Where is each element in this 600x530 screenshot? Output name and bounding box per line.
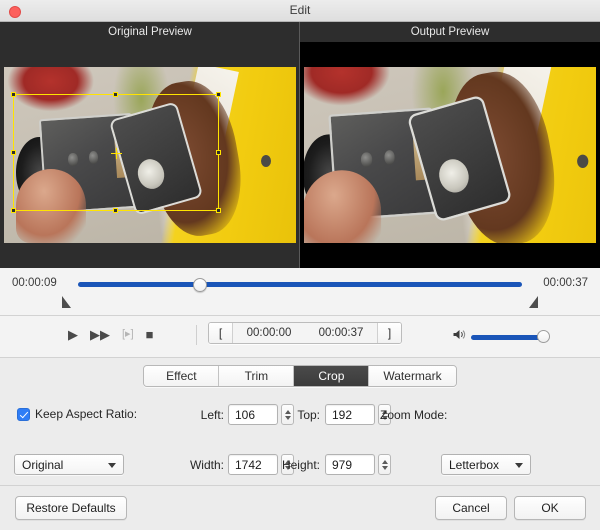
trim-in-time-field[interactable]: 00:00:00 [233, 323, 305, 343]
output-preview-label: Output Preview [300, 22, 600, 42]
zoom-mode-value: Letterbox [449, 457, 500, 472]
volume-control [452, 328, 550, 346]
output-video-canvas[interactable] [300, 42, 600, 268]
original-preview-label: Original Preview [0, 22, 300, 42]
set-in-point-button[interactable]: [ [209, 323, 233, 343]
trim-end-marker[interactable] [529, 296, 538, 308]
keep-aspect-ratio-label: Keep Aspect Ratio: [35, 407, 138, 421]
letterbox-bar-bottom [300, 246, 600, 268]
crop-handle-top-left[interactable] [11, 92, 16, 97]
restore-defaults-button[interactable]: Restore Defaults [15, 496, 127, 520]
letterbox-bar-top [300, 42, 600, 66]
aspect-ratio-value: Original [22, 457, 64, 472]
dialog-footer: Restore Defaults Cancel OK [0, 486, 600, 530]
keep-aspect-ratio-checkbox[interactable]: Keep Aspect Ratio: [17, 407, 137, 421]
crop-settings-panel: Keep Aspect Ratio: Left: 106 Top: 192 Zo… [0, 393, 600, 486]
crop-center-crosshair-icon [111, 148, 122, 159]
preview-divider [299, 22, 300, 268]
tab-crop[interactable]: Crop [294, 365, 370, 386]
height-input[interactable]: 979 [325, 454, 375, 475]
edit-dialog-window: Edit Original Preview Output Preview 00:… [0, 0, 600, 530]
ok-button[interactable]: OK [514, 496, 586, 520]
original-preview-pane[interactable]: Original Preview [0, 22, 300, 268]
chevron-down-icon-zoom [515, 463, 523, 468]
window-title: Edit [289, 3, 311, 17]
crop-handle-bottom-right[interactable] [216, 208, 221, 213]
tab-effect[interactable]: Effect [144, 365, 220, 386]
checkbox-check-icon [17, 407, 30, 421]
transport-divider [196, 325, 197, 345]
zoom-mode-select[interactable]: Letterbox [441, 454, 531, 475]
cancel-button[interactable]: Cancel [435, 496, 507, 520]
crop-form-row-1: Keep Aspect Ratio: Left: 106 Top: 192 Zo… [0, 404, 600, 428]
zoom-mode-label: Zoom Mode: [380, 408, 448, 422]
crop-handle-top-center[interactable] [113, 92, 118, 97]
chevron-down-icon [108, 463, 116, 468]
preview-area: Original Preview Output Preview [0, 22, 600, 268]
crop-selection-rectangle[interactable] [11, 92, 221, 213]
stop-button[interactable]: ■ [146, 327, 154, 341]
timeline-playhead-knob[interactable] [193, 277, 208, 292]
output-preview-pane[interactable]: Output Preview [300, 22, 600, 268]
output-frame-image [304, 67, 596, 243]
volume-slider[interactable] [471, 330, 550, 343]
timeline-start-time: 00:00:09 [12, 277, 57, 289]
fast-forward-button[interactable]: ▶▶ [90, 327, 110, 341]
tabs-row: Effect Trim Crop Watermark [0, 358, 600, 393]
crop-handle-bottom-left[interactable] [11, 208, 16, 213]
aspect-ratio-select[interactable]: Original [14, 454, 124, 475]
crop-handle-middle-right[interactable] [216, 150, 221, 155]
crop-handle-middle-left[interactable] [11, 150, 16, 155]
volume-slider-knob[interactable] [537, 330, 550, 343]
trim-time-group: [ 00:00:00 00:00:37 ] [208, 322, 402, 344]
tab-trim[interactable]: Trim [219, 365, 295, 386]
left-label: Left: [200, 408, 224, 422]
height-label: Height: [281, 458, 320, 472]
titlebar: Edit [0, 0, 600, 22]
timeline-row: 00:00:09 00:00:37 [0, 268, 600, 316]
step-frame-button[interactable]: [▸] [122, 327, 134, 341]
timeline-track[interactable] [78, 277, 522, 292]
height-stepper[interactable] [378, 454, 391, 475]
original-video-canvas[interactable] [0, 42, 300, 268]
width-label: Width: [189, 458, 224, 472]
crop-form-row-2: Original Width: 1742 Height: 979 Letterb… [0, 454, 600, 478]
top-label: Top: [297, 408, 320, 422]
set-out-point-button[interactable]: ] [377, 323, 401, 343]
speaker-icon[interactable] [452, 328, 468, 346]
trim-start-marker[interactable] [62, 296, 71, 308]
playback-controls: ▶ ▶▶ [▸] ■ [68, 327, 154, 341]
trim-out-time-field[interactable]: 00:00:37 [305, 323, 377, 343]
crop-handle-top-right[interactable] [216, 92, 221, 97]
timeline-end-time: 00:00:37 [543, 277, 588, 289]
tab-watermark[interactable]: Watermark [369, 365, 456, 386]
crop-handle-bottom-center[interactable] [113, 208, 118, 213]
play-button[interactable]: ▶ [68, 327, 78, 341]
edit-tab-bar: Effect Trim Crop Watermark [143, 364, 457, 387]
transport-row: ▶ ▶▶ [▸] ■ [ 00:00:00 00:00:37 ] [0, 316, 600, 358]
top-input[interactable]: 192 [325, 404, 375, 425]
